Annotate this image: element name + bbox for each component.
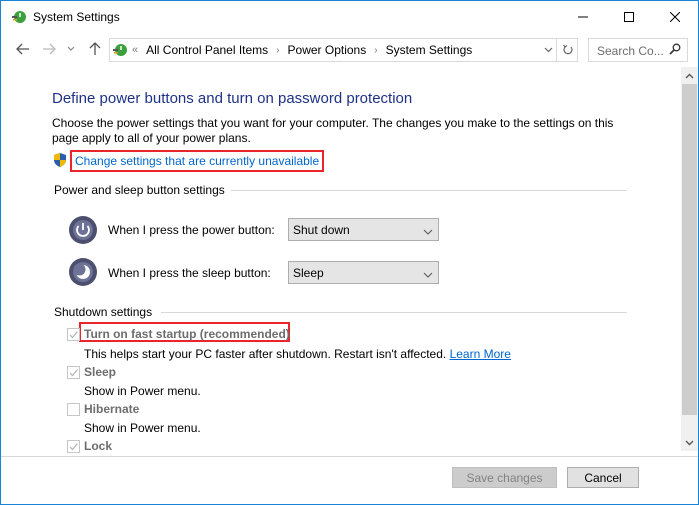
close-icon (670, 12, 680, 22)
power-button-icon (68, 215, 98, 245)
chevron-right-icon: › (276, 44, 280, 56)
hibernate-option-label: Hibernate (84, 402, 140, 416)
chevron-down-icon (423, 224, 433, 238)
fast-startup-description-text: This helps start your PC faster after sh… (84, 347, 447, 361)
minimize-button[interactable] (560, 1, 606, 33)
chevron-down-icon (67, 46, 75, 51)
navigation-bar: « All Control Panel Items › Power Option… (1, 35, 698, 63)
power-sleep-group-label: Power and sleep button settings (54, 183, 225, 197)
breadcrumb-overflow[interactable]: « (132, 44, 138, 56)
cancel-button[interactable]: Cancel (567, 467, 639, 488)
footer-divider (1, 456, 698, 457)
scroll-down-button[interactable] (681, 434, 698, 451)
power-button-action-select[interactable]: Shut down (288, 218, 439, 241)
divider (161, 312, 627, 313)
sleep-button-icon (68, 257, 98, 287)
fast-startup-checkbox[interactable] (67, 328, 80, 341)
sleep-option-description: Show in Power menu. (84, 384, 201, 398)
divider (231, 190, 627, 191)
search-box[interactable]: Search Co... (588, 38, 688, 62)
sleep-button-label: When I press the sleep button: (108, 266, 271, 280)
up-button[interactable] (85, 39, 105, 59)
scroll-up-button[interactable] (681, 67, 698, 84)
chevron-up-icon (685, 73, 694, 78)
maximize-icon (624, 12, 634, 22)
sleep-button-action-select[interactable]: Sleep (288, 261, 439, 284)
checkmark-icon (69, 443, 78, 451)
vertical-scrollbar[interactable] (681, 67, 698, 451)
back-arrow-icon (16, 43, 29, 55)
refresh-icon (562, 44, 573, 55)
shutdown-group-label: Shutdown settings (54, 305, 153, 319)
minimize-icon (578, 16, 588, 18)
save-changes-button[interactable]: Save changes (452, 467, 557, 488)
uac-shield-icon (52, 152, 68, 168)
maximize-button[interactable] (606, 1, 652, 33)
chevron-down-icon (423, 267, 433, 281)
chevron-right-icon: › (374, 44, 378, 56)
search-icon (669, 43, 681, 58)
change-settings-link[interactable]: Change settings that are currently unava… (70, 150, 325, 172)
address-bar[interactable]: « All Control Panel Items › Power Option… (109, 38, 578, 62)
page-title: Define power buttons and turn on passwor… (52, 90, 413, 107)
fast-startup-label: Turn on fast startup (recommended) (84, 327, 290, 341)
close-button[interactable] (652, 1, 698, 33)
hibernate-option-description: Show in Power menu. (84, 421, 201, 435)
chevron-down-icon (685, 440, 694, 445)
breadcrumb-item-power-options[interactable]: Power Options (288, 43, 367, 57)
learn-more-link[interactable]: Learn More (450, 347, 511, 361)
search-input[interactable]: Search Co... (597, 44, 664, 58)
sleep-button-action-value: Sleep (293, 266, 324, 280)
page-description: Choose the power settings that you want … (52, 116, 614, 145)
system-settings-window: System Settings « All Control Panel Item… (0, 0, 699, 505)
forward-button[interactable] (39, 39, 59, 59)
power-options-icon (11, 9, 27, 25)
window-title: System Settings (33, 10, 120, 24)
sleep-option-label: Sleep (84, 365, 117, 379)
up-arrow-icon (89, 42, 101, 55)
back-button[interactable] (13, 39, 33, 59)
breadcrumb-item-system-settings[interactable]: System Settings (386, 43, 473, 57)
power-button-label: When I press the power button: (108, 223, 275, 237)
sleep-checkbox[interactable] (67, 366, 80, 379)
checkmark-icon (69, 331, 78, 339)
power-button-action-value: Shut down (293, 223, 350, 237)
refresh-button[interactable] (556, 39, 578, 61)
breadcrumb-item-control-panel[interactable]: All Control Panel Items (146, 43, 268, 57)
chevron-down-icon (544, 47, 552, 53)
breadcrumb: « All Control Panel Items › Power Option… (132, 43, 472, 57)
title-bar: System Settings (1, 1, 698, 33)
scroll-thumb[interactable] (682, 84, 697, 415)
fast-startup-description: This helps start your PC faster after sh… (84, 347, 511, 361)
power-options-icon (112, 42, 128, 58)
checkmark-icon (69, 369, 78, 377)
hibernate-checkbox[interactable] (67, 403, 80, 416)
recent-locations-button[interactable] (65, 39, 77, 59)
address-dropdown-button[interactable] (540, 43, 556, 57)
lock-checkbox[interactable] (67, 440, 80, 453)
content-pane: Define power buttons and turn on passwor… (1, 67, 680, 457)
lock-option-label: Lock (84, 439, 113, 453)
forward-arrow-icon (43, 43, 56, 55)
